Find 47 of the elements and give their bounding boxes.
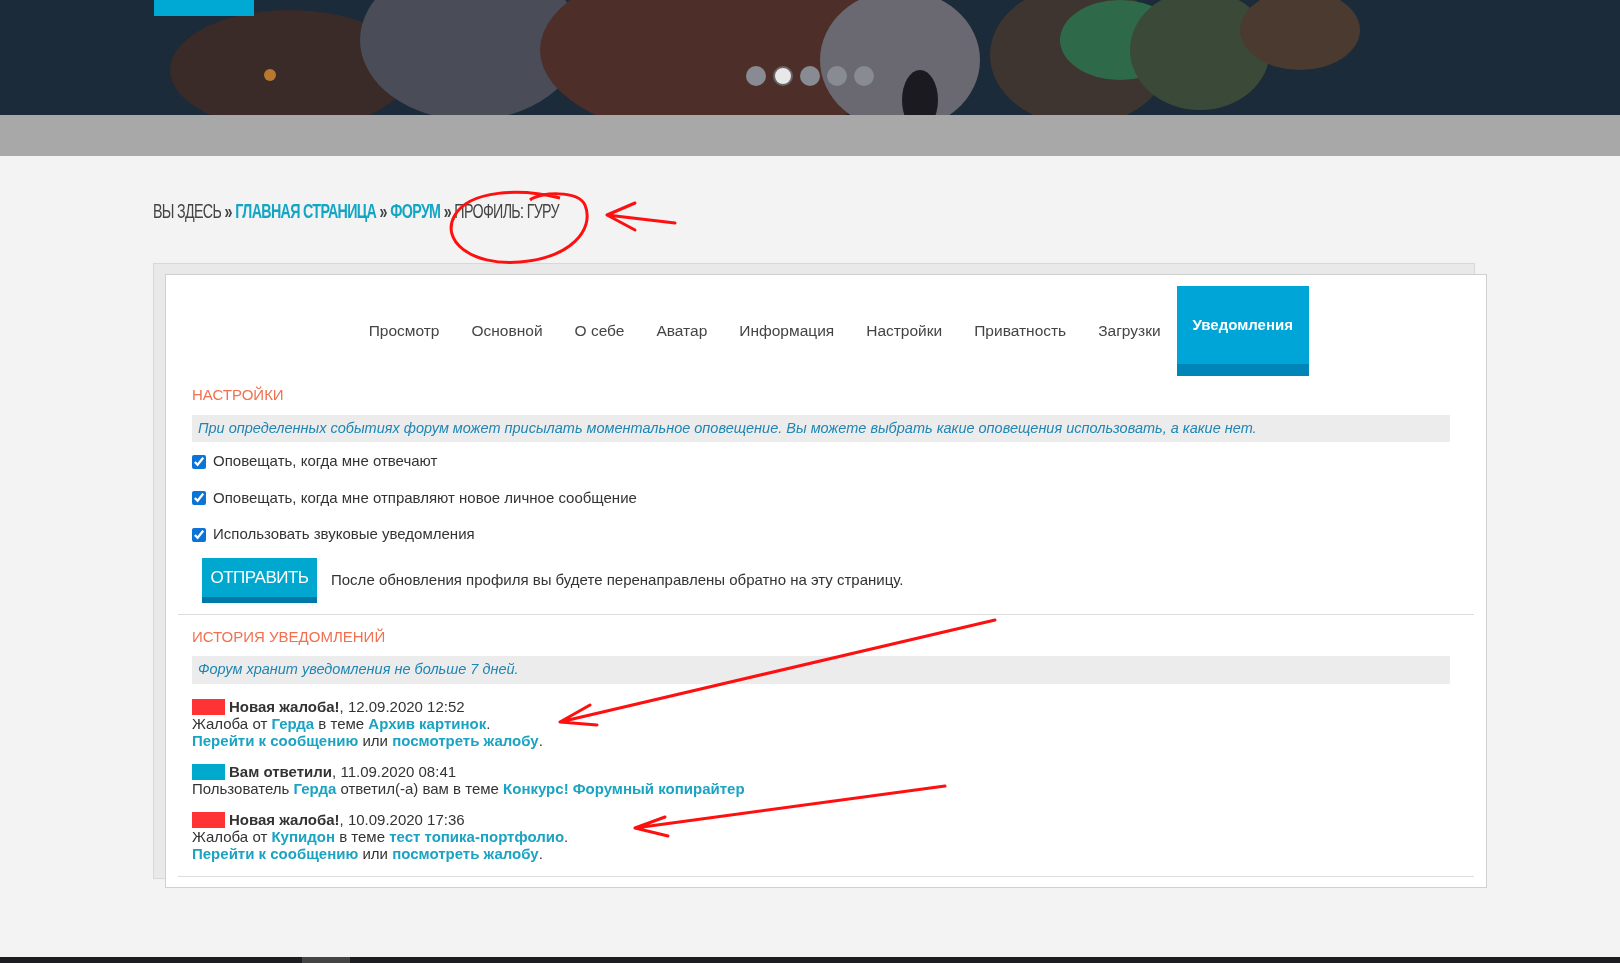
- checkbox-label: Использовать звуковые уведомления: [213, 524, 475, 545]
- notification-date: , 10.09.2020 17:36: [339, 811, 465, 828]
- notification-text: Пользователь Герда ответил(-а) вам в теме Конкурс! Форумный копирайтер: [192, 780, 746, 797]
- annotation-arrow: [605, 201, 677, 232]
- info-text: При определенных событиях форум может присылать моментальное оповещение. Вы можете выбрать какие оповещения использовать, а какие нет.: [192, 414, 1450, 443]
- submit-note: После обновления профиля вы будете перенаправлены обратно на эту страницу.: [331, 570, 904, 590]
- notification-link[interactable]: Перейти к сообщению: [192, 732, 359, 749]
- notification-text: Жалоба от Герда в теме Архив картинок.: [192, 715, 492, 732]
- notification-title: Новая жалоба!: [229, 811, 340, 828]
- profile-tab[interactable]: Аватар: [640, 286, 724, 376]
- checkbox[interactable]: [192, 491, 206, 505]
- notification-link[interactable]: Конкурс! Форумный копирайтер: [503, 780, 745, 797]
- breadcrumb-label: ВЫ ЗДЕСЬ: [153, 198, 222, 225]
- notification-title: Новая жалоба!: [229, 698, 340, 715]
- notification-link[interactable]: Герда: [293, 780, 337, 797]
- notification-link[interactable]: посмотреть жалобу: [392, 732, 539, 749]
- notification-link[interactable]: Купидон: [271, 828, 335, 845]
- breadcrumb-separator: »: [224, 198, 232, 225]
- submit-button[interactable]: ОТПРАВИТЬ: [202, 557, 317, 603]
- section-title: ИСТОРИЯ УВЕДОМЛЕНИЙ: [192, 626, 387, 647]
- breadcrumb-link[interactable]: ГЛАВНАЯ СТРАНИЦА: [235, 195, 377, 227]
- info-text: Форум хранит уведомления не больше 7 дней.: [192, 656, 1450, 684]
- profile-tab[interactable]: Просмотр: [352, 286, 456, 376]
- notification-date: , 12.09.2020 12:52: [339, 698, 465, 715]
- profile-tab[interactable]: Настройки: [850, 286, 959, 376]
- breadcrumb-separator: »: [443, 198, 451, 225]
- profile-tab[interactable]: Приватность: [958, 286, 1083, 376]
- checkbox[interactable]: [192, 454, 206, 469]
- breadcrumb-separator: »: [379, 198, 387, 225]
- profile-tab[interactable]: Основной: [455, 286, 559, 376]
- notification-title: Вам ответили: [229, 763, 333, 780]
- notification-link[interactable]: посмотреть жалобу: [392, 845, 539, 862]
- profile-tab[interactable]: Информация: [723, 286, 851, 376]
- breadcrumb-link[interactable]: ФОРУМ: [390, 195, 441, 227]
- notification-text: Перейти к сообщению или посмотреть жалобу.: [192, 732, 544, 749]
- notification-text: Перейти к сообщению или посмотреть жалобу.: [192, 845, 544, 862]
- checkbox[interactable]: [192, 527, 206, 542]
- profile-tab[interactable]: Загрузки: [1082, 286, 1177, 376]
- notification-link[interactable]: Герда: [271, 715, 315, 732]
- notification-text: Жалоба от Купидон в теме тест топика-портфолио.: [192, 828, 570, 845]
- profile-tab[interactable]: О себе: [558, 286, 641, 376]
- section-title: НАСТРОЙКИ: [192, 385, 285, 405]
- profile-tab[interactable]: Уведомления: [1176, 286, 1309, 376]
- notification-link[interactable]: Перейти к сообщению: [192, 845, 359, 862]
- checkbox-label: Оповещать, когда мне отвечают: [213, 451, 438, 472]
- notification-date: , 11.09.2020 08:41: [332, 763, 457, 780]
- checkbox-label: Оповещать, когда мне отправляют новое личное сообщение: [213, 487, 637, 508]
